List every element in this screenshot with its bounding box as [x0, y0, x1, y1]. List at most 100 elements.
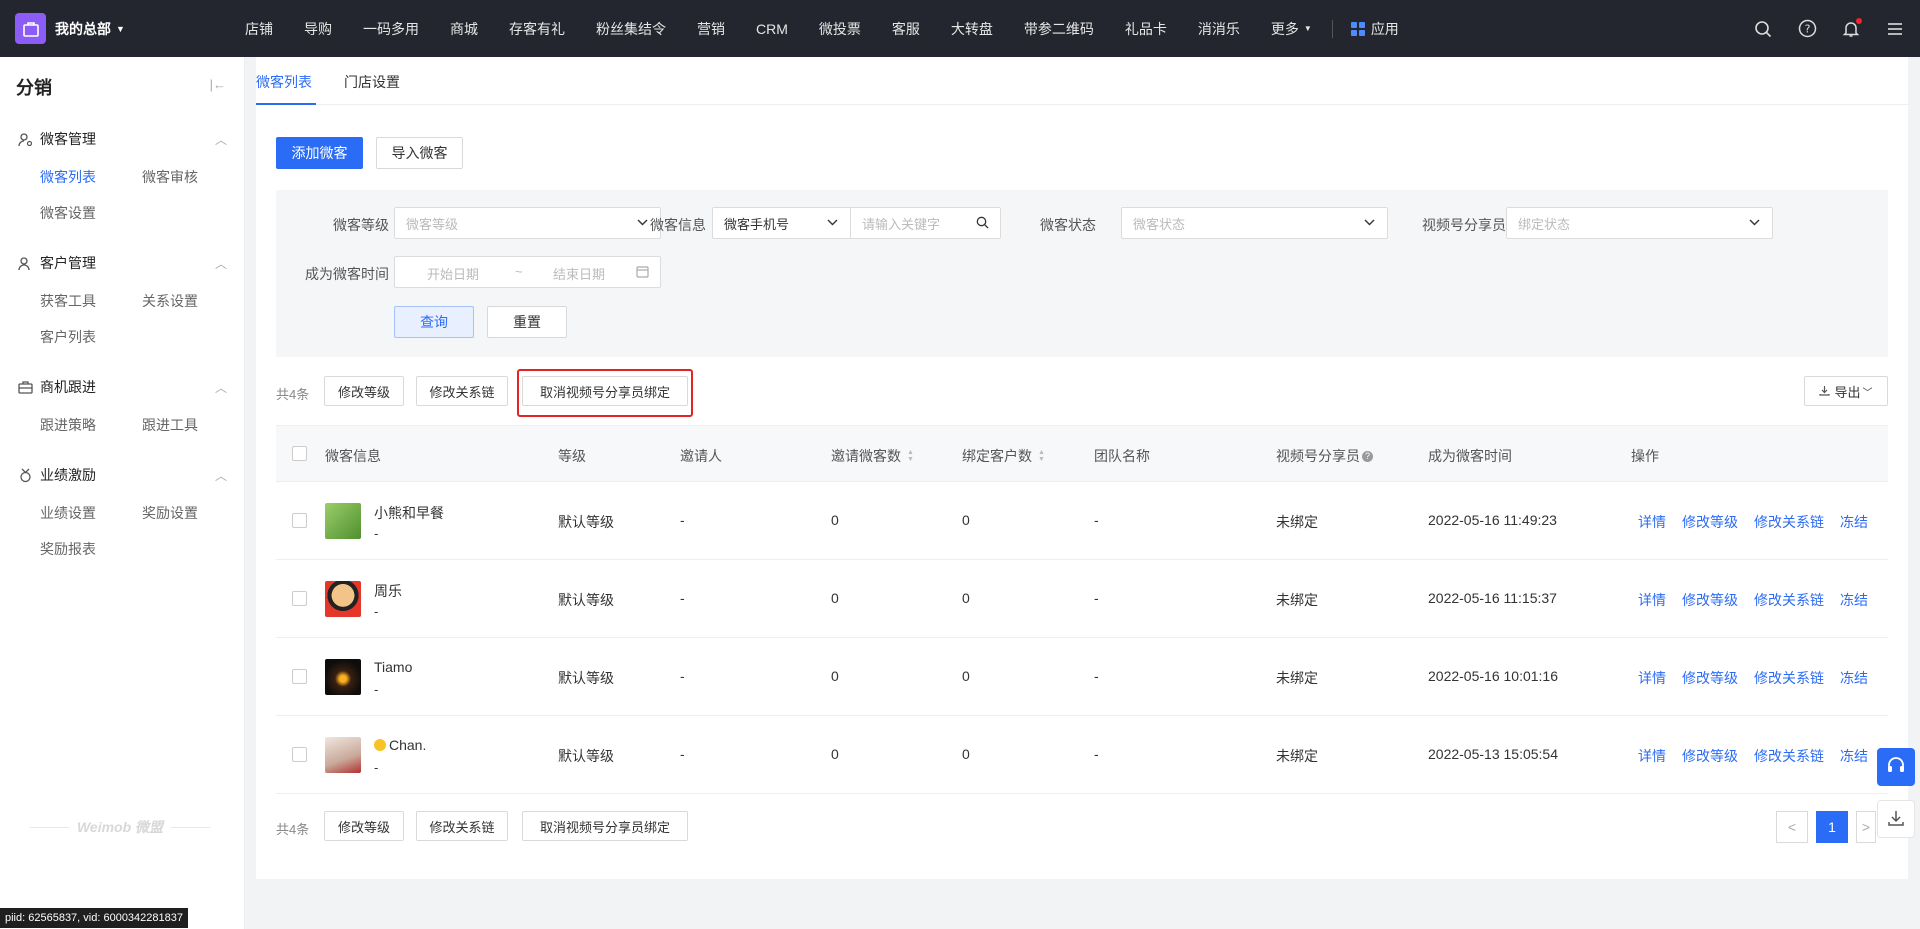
chevron-up-icon: ︿: [214, 256, 227, 271]
cell-customers: 0: [962, 512, 970, 528]
bulk-modify-chain-button[interactable]: 修改关系链: [416, 811, 508, 841]
main-card: 微客列表 门店设置 添加微客 导入微客 微客等级 微客等级 微客信息 微客手机号…: [256, 57, 1908, 879]
sidebar-group-head[interactable]: 客户管理 ︿: [0, 253, 245, 273]
nav-item-3[interactable]: 商城: [450, 19, 478, 39]
nav-item-14[interactable]: 更多: [1271, 19, 1299, 39]
search-icon[interactable]: [1752, 18, 1774, 40]
collapse-sidebar-icon[interactable]: |←: [210, 77, 226, 92]
nav-item-7[interactable]: CRM: [756, 21, 788, 37]
keyword-input[interactable]: 请输入关键字: [850, 207, 1001, 239]
tabs: 微客列表 门店设置: [256, 57, 1908, 105]
sidebar-item-follow-tools[interactable]: 跟进工具: [142, 415, 198, 435]
bell-icon[interactable]: [1840, 17, 1862, 40]
nav-item-10[interactable]: 大转盘: [951, 19, 993, 39]
help-icon[interactable]: ?: [1796, 18, 1818, 40]
modify-chain-link[interactable]: 修改关系链: [1754, 512, 1824, 532]
row-checkbox[interactable]: [292, 669, 307, 684]
add-weike-button[interactable]: 添加微客: [276, 137, 363, 169]
weike-subtext: -: [374, 760, 379, 775]
sidebar-group-head[interactable]: 微客管理 ︿: [0, 129, 245, 149]
sidebar-group-head[interactable]: 商机跟进 ︿: [0, 377, 245, 397]
tab-weike-list[interactable]: 微客列表: [256, 72, 312, 92]
highlight-box: [517, 369, 693, 417]
detail-link[interactable]: 详情: [1638, 668, 1666, 688]
sidebar-item-performance-settings[interactable]: 业绩设置: [40, 503, 96, 523]
modify-level-link[interactable]: 修改等级: [1682, 668, 1738, 688]
col-invites[interactable]: 邀请微客数 ▲ ▼: [831, 446, 914, 466]
freeze-link[interactable]: 冻结: [1840, 590, 1868, 610]
cell-inviter: -: [680, 746, 685, 762]
sidebar-item-reward-report[interactable]: 奖励报表: [40, 539, 96, 559]
download-icon: [1819, 384, 1831, 399]
prev-page-button[interactable]: <: [1776, 811, 1808, 843]
page-1-button[interactable]: 1: [1816, 811, 1848, 843]
freeze-link[interactable]: 冻结: [1840, 668, 1868, 688]
medal-icon: [18, 468, 34, 483]
detail-link[interactable]: 详情: [1638, 590, 1666, 610]
sidebar-item-customer-list[interactable]: 客户列表: [40, 327, 96, 347]
nav-item-6[interactable]: 营销: [697, 19, 725, 39]
date-range-picker[interactable]: 开始日期 ~ 结束日期: [394, 256, 661, 288]
modify-chain-link[interactable]: 修改关系链: [1754, 668, 1824, 688]
detail-link[interactable]: 详情: [1638, 746, 1666, 766]
sidebar-group-opportunity: 商机跟进 ︿: [0, 377, 245, 397]
query-button[interactable]: 查询: [394, 306, 474, 338]
nav-item-11[interactable]: 带参二维码: [1024, 19, 1094, 39]
menu-icon[interactable]: [1884, 18, 1906, 40]
sidebar-item-weike-list[interactable]: 微客列表: [40, 167, 96, 187]
modify-level-link[interactable]: 修改等级: [1682, 746, 1738, 766]
next-page-button[interactable]: >: [1856, 811, 1876, 843]
detail-link[interactable]: 详情: [1638, 512, 1666, 532]
nav-item-2[interactable]: 一码多用: [363, 19, 419, 39]
status-select[interactable]: 微客状态: [1121, 207, 1388, 239]
row-checkbox[interactable]: [292, 513, 307, 528]
nav-item-5[interactable]: 粉丝集结令: [596, 19, 666, 39]
nav-item-4[interactable]: 存客有礼: [509, 19, 565, 39]
modify-chain-link[interactable]: 修改关系链: [1754, 590, 1824, 610]
sidebar-item-weike-review[interactable]: 微客审核: [142, 167, 198, 187]
sort-icon[interactable]: ▲ ▼: [1038, 449, 1045, 463]
customer-service-button[interactable]: [1877, 748, 1915, 786]
import-weike-button[interactable]: 导入微客: [376, 137, 463, 169]
tab-store-settings[interactable]: 门店设置: [344, 72, 400, 92]
sort-icon[interactable]: ▲ ▼: [907, 449, 914, 463]
modify-level-link[interactable]: 修改等级: [1682, 512, 1738, 532]
end-date-input[interactable]: 结束日期: [553, 264, 605, 283]
nav-item-8[interactable]: 微投票: [819, 19, 861, 39]
brand-switcher[interactable]: 我的总部 ▼: [0, 13, 245, 44]
video-sharer-select[interactable]: 绑定状态: [1506, 207, 1773, 239]
reset-button[interactable]: 重置: [487, 306, 567, 338]
col-customers[interactable]: 绑定客户数 ▲ ▼: [962, 446, 1045, 466]
select-all-checkbox[interactable]: [292, 446, 307, 461]
sidebar-item-weike-settings[interactable]: 微客设置: [40, 203, 96, 223]
bulk-unbind-video-sharer-button[interactable]: 取消视频号分享员绑定: [522, 811, 688, 841]
sidebar-item-reward-settings[interactable]: 奖励设置: [142, 503, 198, 523]
search-icon[interactable]: [976, 216, 989, 232]
sidebar-item-relation-settings[interactable]: 关系设置: [142, 291, 198, 311]
nav-item-13[interactable]: 消消乐: [1198, 19, 1240, 39]
bulk-modify-level-button[interactable]: 修改等级: [324, 376, 404, 406]
modify-level-link[interactable]: 修改等级: [1682, 590, 1738, 610]
modify-chain-link[interactable]: 修改关系链: [1754, 746, 1824, 766]
emoji-icon: [374, 739, 386, 751]
help-icon[interactable]: ?: [1362, 450, 1373, 462]
bulk-modify-level-button[interactable]: 修改等级: [324, 811, 404, 841]
row-actions: 详情 修改等级 修改关系链 冻结: [1638, 668, 1868, 688]
sidebar-item-acquire-tools[interactable]: 获客工具: [40, 291, 96, 311]
sidebar-item-follow-strategy[interactable]: 跟进策略: [40, 415, 96, 435]
freeze-link[interactable]: 冻结: [1840, 746, 1868, 766]
bulk-modify-chain-button[interactable]: 修改关系链: [416, 376, 508, 406]
nav-item-12[interactable]: 礼品卡: [1125, 19, 1167, 39]
row-checkbox[interactable]: [292, 591, 307, 606]
row-checkbox[interactable]: [292, 747, 307, 762]
nav-item-0[interactable]: 店铺: [245, 19, 273, 39]
download-float-button[interactable]: [1877, 800, 1915, 838]
info-type-select[interactable]: 微客手机号: [712, 207, 851, 239]
export-button[interactable]: 导出 ﹀: [1804, 376, 1888, 406]
start-date-input[interactable]: 开始日期: [427, 264, 479, 283]
nav-apps[interactable]: 应用: [1350, 19, 1399, 39]
freeze-link[interactable]: 冻结: [1840, 512, 1868, 532]
sidebar-group-head[interactable]: 业绩激励 ︿: [0, 465, 245, 485]
nav-item-9[interactable]: 客服: [892, 19, 920, 39]
nav-item-1[interactable]: 导购: [304, 19, 332, 39]
